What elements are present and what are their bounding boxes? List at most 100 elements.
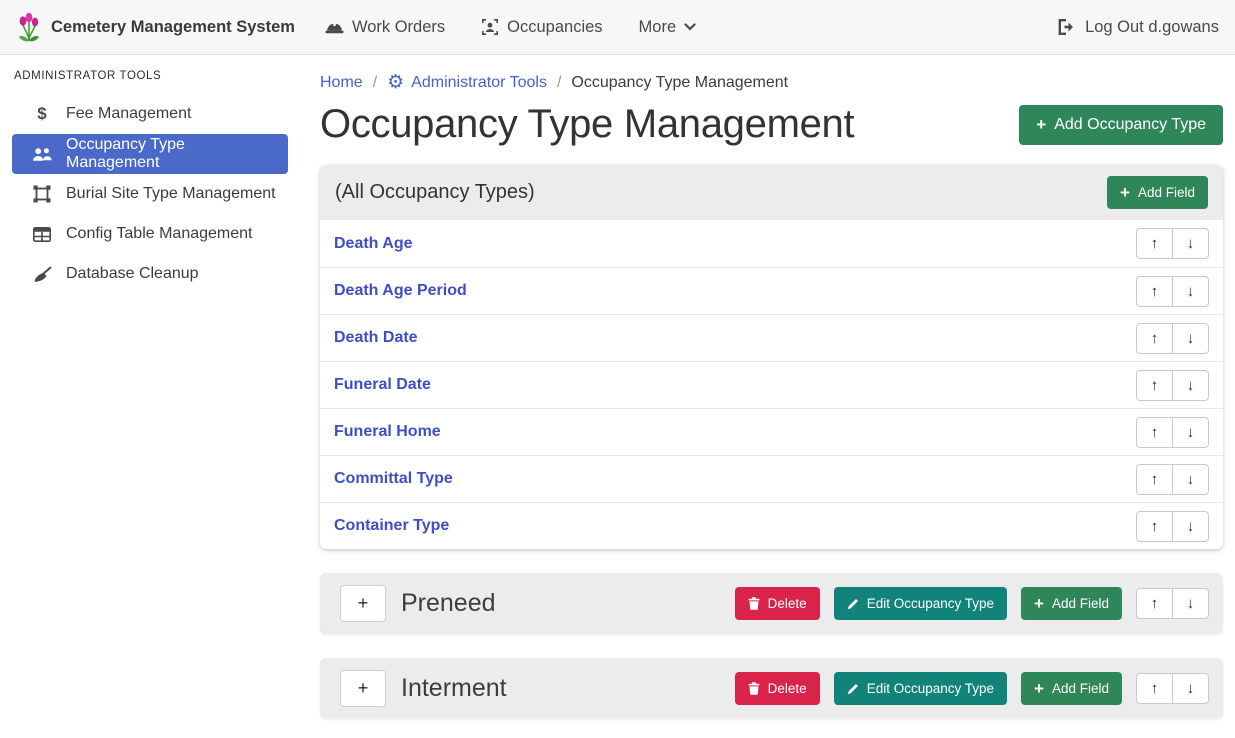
move-up-button[interactable]: ↑ [1136, 370, 1173, 401]
nav-occupancies[interactable]: Occupancies [481, 18, 602, 37]
top-navbar: Cemetery Management System Work Orders [0, 0, 1235, 55]
up-arrow-icon: ↑ [1151, 424, 1159, 441]
move-down-button[interactable]: ↓ [1172, 588, 1209, 619]
table-icon [30, 227, 54, 242]
move-up-button[interactable]: ↑ [1136, 673, 1173, 704]
reorder-buttons: ↑ ↓ [1136, 464, 1209, 495]
breadcrumb-current: Occupancy Type Management [571, 74, 788, 92]
nav-work-orders[interactable]: Work Orders [325, 18, 445, 37]
move-down-button[interactable]: ↓ [1172, 276, 1209, 307]
field-link-death-age-period[interactable]: Death Age Period [334, 282, 467, 300]
move-up-button[interactable]: ↑ [1136, 417, 1173, 448]
field-link-container-type[interactable]: Container Type [334, 517, 449, 535]
move-down-button[interactable]: ↓ [1172, 370, 1209, 401]
sidebar-item-database-cleanup[interactable]: Database Cleanup [12, 254, 288, 294]
page-title: Occupancy Type Management [320, 102, 854, 147]
sidebar-item-label: Fee Management [66, 105, 191, 123]
field-row: Container Type ↑ ↓ [320, 502, 1223, 549]
logout-label: Log Out d.gowans [1085, 18, 1219, 37]
main-content: Home / ⚙ Administrator Tools / Occupancy… [300, 55, 1235, 738]
delete-occupancy-type-button[interactable]: Delete [735, 672, 820, 705]
field-link-committal-type[interactable]: Committal Type [334, 470, 453, 488]
down-arrow-icon: ↓ [1187, 330, 1195, 347]
field-link-death-date[interactable]: Death Date [334, 329, 418, 347]
add-occupancy-type-button[interactable]: + Add Occupancy Type [1019, 105, 1223, 145]
broom-icon [30, 266, 54, 283]
plus-icon: + [358, 593, 369, 613]
move-down-button[interactable]: ↓ [1172, 464, 1209, 495]
expand-section-button[interactable]: + [340, 585, 386, 622]
delete-occupancy-type-button[interactable]: Delete [735, 587, 820, 620]
move-up-button[interactable]: ↑ [1136, 323, 1173, 354]
up-arrow-icon: ↑ [1151, 680, 1159, 697]
breadcrumb-separator: / [557, 74, 561, 92]
down-arrow-icon: ↓ [1187, 424, 1195, 441]
up-arrow-icon: ↑ [1151, 283, 1159, 300]
move-down-button[interactable]: ↓ [1172, 417, 1209, 448]
sidebar-item-occupancy-type-management[interactable]: Occupancy Type Management [12, 134, 288, 174]
edit-occupancy-type-button[interactable]: Edit Occupancy Type [834, 587, 1007, 620]
section-title: Interment [401, 674, 507, 703]
field-row: Funeral Date ↑ ↓ [320, 361, 1223, 408]
reorder-buttons: ↑ ↓ [1136, 228, 1209, 259]
add-field-button[interactable]: + Add Field [1021, 672, 1122, 705]
field-link-death-age[interactable]: Death Age [334, 235, 413, 253]
field-link-funeral-date[interactable]: Funeral Date [334, 376, 431, 394]
field-link-funeral-home[interactable]: Funeral Home [334, 423, 441, 441]
nav-occupancies-label: Occupancies [507, 18, 602, 37]
sidebar-item-config-table-management[interactable]: Config Table Management [12, 214, 288, 254]
down-arrow-icon: ↓ [1187, 595, 1195, 612]
move-up-button[interactable]: ↑ [1136, 511, 1173, 542]
sidebar-item-fee-management[interactable]: $ Fee Management [12, 94, 288, 134]
hard-hat-icon [325, 20, 344, 35]
down-arrow-icon: ↓ [1187, 377, 1195, 394]
move-down-button[interactable]: ↓ [1172, 228, 1209, 259]
add-field-button[interactable]: + Add Field [1107, 176, 1208, 209]
all-occupancy-types-card: (All Occupancy Types) + Add Field Death … [320, 165, 1223, 549]
down-arrow-icon: ↓ [1187, 235, 1195, 252]
breadcrumb-admin-tools-link[interactable]: ⚙ Administrator Tools [387, 73, 547, 92]
section-title: Preneed [401, 589, 496, 618]
down-arrow-icon: ↓ [1187, 471, 1195, 488]
frame-icon [30, 185, 54, 203]
move-up-button[interactable]: ↑ [1136, 276, 1173, 307]
move-down-button[interactable]: ↓ [1172, 673, 1209, 704]
sidebar-item-label: Config Table Management [66, 225, 253, 243]
nav-more[interactable]: More [639, 18, 697, 37]
expand-section-button[interactable]: + [340, 670, 386, 707]
down-arrow-icon: ↓ [1187, 680, 1195, 697]
breadcrumb-home-link[interactable]: Home [320, 74, 363, 92]
down-arrow-icon: ↓ [1187, 283, 1195, 300]
move-up-button[interactable]: ↑ [1136, 464, 1173, 495]
plus-icon: + [358, 678, 369, 698]
move-up-button[interactable]: ↑ [1136, 228, 1173, 259]
up-arrow-icon: ↑ [1151, 471, 1159, 488]
all-occupancy-types-header: (All Occupancy Types) + Add Field [320, 165, 1223, 220]
move-down-button[interactable]: ↓ [1172, 511, 1209, 542]
up-arrow-icon: ↑ [1151, 377, 1159, 394]
occupancy-type-section-interment: + Interment Delete [320, 658, 1223, 719]
up-arrow-icon: ↑ [1151, 595, 1159, 612]
logout-button[interactable]: Log Out d.gowans [1058, 18, 1219, 37]
edit-occupancy-type-button[interactable]: Edit Occupancy Type [834, 672, 1007, 705]
section-actions: Delete Edit Occupancy Type + Add Field ↑ [735, 672, 1209, 705]
plus-icon: + [1120, 186, 1130, 200]
gear-icon: ⚙ [387, 73, 404, 92]
plus-icon: + [1036, 118, 1046, 132]
reorder-buttons: ↑ ↓ [1136, 276, 1209, 307]
add-field-button[interactable]: + Add Field [1021, 587, 1122, 620]
section-actions: Delete Edit Occupancy Type + Add Field ↑ [735, 587, 1209, 620]
pencil-icon [847, 683, 859, 695]
trash-icon [748, 682, 760, 695]
reorder-buttons: ↑ ↓ [1136, 323, 1209, 354]
move-down-button[interactable]: ↓ [1172, 323, 1209, 354]
sidebar-item-label: Burial Site Type Management [66, 185, 276, 203]
field-row: Funeral Home ↑ ↓ [320, 408, 1223, 455]
sidebar-item-label: Database Cleanup [66, 265, 199, 283]
app-brand: Cemetery Management System [16, 12, 295, 42]
sidebar-item-burial-site-type-management[interactable]: Burial Site Type Management [12, 174, 288, 214]
field-row: Committal Type ↑ ↓ [320, 455, 1223, 502]
move-up-button[interactable]: ↑ [1136, 588, 1173, 619]
dollar-icon: $ [30, 104, 54, 124]
card-title: (All Occupancy Types) [335, 181, 535, 204]
